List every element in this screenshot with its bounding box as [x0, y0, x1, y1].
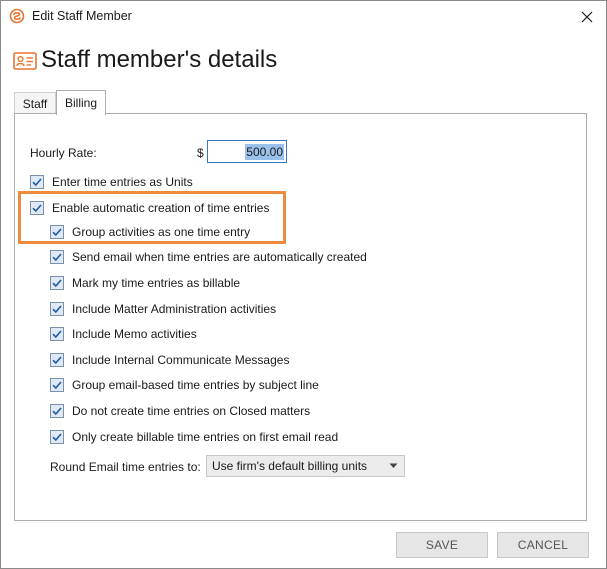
checkbox-label: Group email-based time entries by subjec…	[72, 378, 319, 392]
hourly-rate-value: 500.00	[245, 143, 284, 160]
checkbox-enter-as-units[interactable]: Enter time entries as Units	[30, 173, 193, 191]
hourly-rate-label: Hourly Rate:	[30, 146, 97, 160]
chevron-down-icon	[389, 463, 398, 468]
currency-symbol: $	[197, 146, 204, 160]
save-button[interactable]: SAVE	[396, 532, 488, 558]
checkbox-group-by-subject[interactable]: Group email-based time entries by subjec…	[50, 376, 319, 394]
window-title: Edit Staff Member	[32, 9, 132, 23]
round-email-label: Round Email time entries to:	[50, 460, 201, 474]
checkbox-label: Mark my time entries as billable	[72, 276, 241, 290]
hourly-rate-input[interactable]: 500.00	[207, 140, 287, 163]
checkbox-checked-icon[interactable]	[50, 430, 64, 444]
checkbox-label: Include Internal Communicate Messages	[72, 353, 290, 367]
round-email-selected-value: Use firm's default billing units	[212, 459, 368, 473]
checkbox-label: Only create billable time entries on fir…	[72, 430, 339, 444]
checkbox-checked-icon[interactable]	[50, 353, 64, 367]
checkbox-closed-matters[interactable]: Do not create time entries on Closed mat…	[50, 402, 310, 420]
close-button[interactable]	[576, 6, 598, 28]
title-bar: Edit Staff Member	[1, 1, 606, 33]
checkbox-label: Include Memo activities	[72, 327, 197, 341]
checkbox-label: Include Matter Administration activities	[72, 302, 277, 316]
checkbox-checked-icon[interactable]	[30, 175, 44, 189]
checkbox-checked-icon[interactable]	[50, 327, 64, 341]
checkbox-first-email-read[interactable]: Only create billable time entries on fir…	[50, 428, 338, 446]
checkbox-internal-communicate[interactable]: Include Internal Communicate Messages	[50, 351, 289, 369]
round-email-select[interactable]: Use firm's default billing units	[206, 455, 405, 477]
checkbox-send-email[interactable]: Send email when time entries are automat…	[50, 248, 367, 266]
tab-billing[interactable]: Billing	[56, 90, 106, 115]
cancel-button[interactable]: CANCEL	[497, 532, 589, 558]
checkbox-matter-admin[interactable]: Include Matter Administration activities	[50, 300, 276, 318]
checkbox-checked-icon[interactable]	[50, 378, 64, 392]
checkbox-checked-icon[interactable]	[50, 404, 64, 418]
close-icon	[581, 11, 593, 23]
page-title: Staff member's details	[41, 46, 278, 73]
checkbox-memo-activities[interactable]: Include Memo activities	[50, 325, 197, 343]
checkbox-checked-icon[interactable]	[50, 302, 64, 316]
checkbox-label: Enter time entries as Units	[52, 175, 193, 189]
checkbox-checked-icon[interactable]	[50, 276, 64, 290]
checkbox-label: Do not create time entries on Closed mat…	[72, 404, 311, 418]
edit-staff-member-dialog: Edit Staff Member Staff member's details…	[0, 0, 607, 569]
highlight-annotation	[18, 191, 286, 244]
checkbox-mark-billable[interactable]: Mark my time entries as billable	[50, 274, 240, 292]
tab-staff[interactable]: Staff	[14, 92, 56, 114]
checkbox-checked-icon[interactable]	[50, 250, 64, 264]
checkbox-label: Send email when time entries are automat…	[72, 250, 367, 264]
app-logo-icon	[9, 8, 25, 24]
id-card-icon	[13, 51, 37, 71]
